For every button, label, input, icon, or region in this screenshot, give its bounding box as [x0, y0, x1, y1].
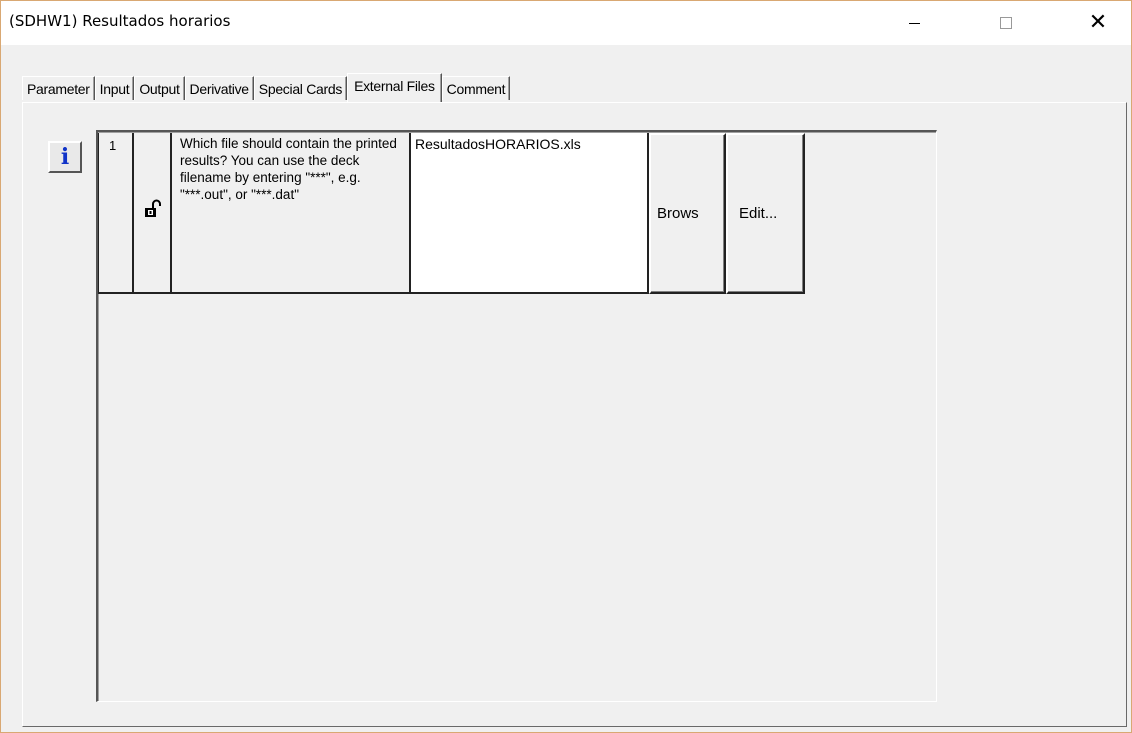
- maximize-icon: [1000, 17, 1012, 29]
- tab-strip: Parameter Input Output Derivative Specia…: [22, 73, 511, 103]
- tab-external-files[interactable]: External Files: [347, 73, 442, 102]
- window-title: (SDHW1) Resultados horarios: [9, 12, 231, 30]
- info-button[interactable]: i: [48, 141, 82, 173]
- tab-comment[interactable]: Comment: [441, 76, 511, 100]
- maximize-button[interactable]: [983, 1, 1029, 45]
- row-number: 1: [98, 133, 134, 294]
- tab-derivative[interactable]: Derivative: [184, 76, 254, 100]
- file-description: Which file should contain the printed re…: [172, 133, 411, 294]
- unlocked-padlock-icon: [145, 199, 161, 217]
- minimize-icon: [908, 22, 920, 24]
- tab-input[interactable]: Input: [94, 76, 135, 100]
- lock-cell[interactable]: [134, 133, 172, 294]
- tab-output[interactable]: Output: [134, 76, 185, 100]
- minimize-button[interactable]: [891, 1, 937, 45]
- file-path-field[interactable]: ResultadosHORARIOS.xls: [411, 133, 649, 294]
- tab-parameter[interactable]: Parameter: [22, 76, 95, 100]
- edit-button[interactable]: Edit...: [726, 133, 805, 294]
- title-bar[interactable]: (SDHW1) Resultados horarios ✕: [1, 1, 1131, 45]
- browse-button[interactable]: Brows: [649, 133, 726, 294]
- close-button[interactable]: ✕: [1075, 1, 1121, 45]
- tab-special-cards[interactable]: Special Cards: [253, 76, 348, 100]
- info-icon: i: [60, 144, 70, 170]
- close-icon: ✕: [1088, 10, 1108, 35]
